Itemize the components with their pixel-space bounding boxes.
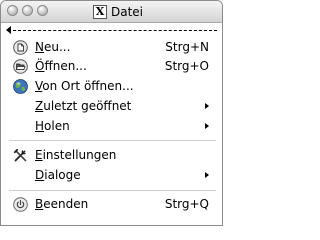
menu-item-quit[interactable]: Beenden Strg+Q: [1, 195, 222, 214]
submenu-arrow-icon: [205, 172, 209, 178]
submenu-arrow-icon: [205, 123, 209, 129]
menu-item-preferences[interactable]: Einstellungen: [1, 146, 222, 165]
menu-item-accelerator: Strg+Q: [164, 197, 209, 211]
menu-item-recent[interactable]: Zuletzt geöffnet: [1, 97, 222, 116]
tearoff-handle[interactable]: [1, 23, 222, 37]
tearoff-line: [13, 30, 217, 31]
power-icon: [13, 197, 28, 212]
title-bar[interactable]: X Datei: [1, 1, 222, 23]
menu-item-accelerator: Strg+O: [164, 59, 209, 73]
tearoff-arrow-icon: [6, 26, 11, 34]
menu-item-label: Neu...: [35, 40, 71, 54]
menu-item-new[interactable]: Neu... Strg+N: [1, 38, 222, 57]
window-title: Datei: [111, 4, 144, 19]
globe-icon: [13, 79, 28, 94]
menu-item-label: Von Ort öffnen...: [35, 79, 134, 93]
menu-item-label: Holen: [35, 119, 70, 133]
menu-item-label: Einstellungen: [35, 148, 117, 162]
close-button[interactable]: [7, 5, 18, 16]
menu-item-label: Beenden: [35, 197, 89, 211]
menu-item-accelerator: Strg+N: [165, 40, 209, 54]
menu-separator: [9, 140, 216, 141]
menu-item-acquire[interactable]: Holen: [1, 117, 222, 136]
settings-tools-icon: [13, 148, 27, 162]
x11-icon: X: [93, 4, 107, 19]
open-folder-icon: [13, 59, 28, 74]
menu-window: X Datei Neu... Strg+N Öffnen... Strg+O V…: [0, 0, 223, 226]
title-group: X Datei: [93, 3, 143, 20]
new-file-icon: [13, 40, 28, 55]
menu-item-label: Öffnen...: [35, 59, 87, 73]
zoom-button[interactable]: [37, 5, 48, 16]
menu-item-dialogs[interactable]: Dialoge: [1, 166, 222, 185]
menu-item-open-location[interactable]: Von Ort öffnen...: [1, 77, 222, 96]
minimize-button[interactable]: [22, 5, 33, 16]
menu-separator: [9, 190, 216, 191]
menu-item-label: Dialoge: [35, 168, 81, 182]
menu-item-label: Zuletzt geöffnet: [35, 99, 132, 113]
menu-item-open[interactable]: Öffnen... Strg+O: [1, 57, 222, 76]
submenu-arrow-icon: [205, 103, 209, 109]
